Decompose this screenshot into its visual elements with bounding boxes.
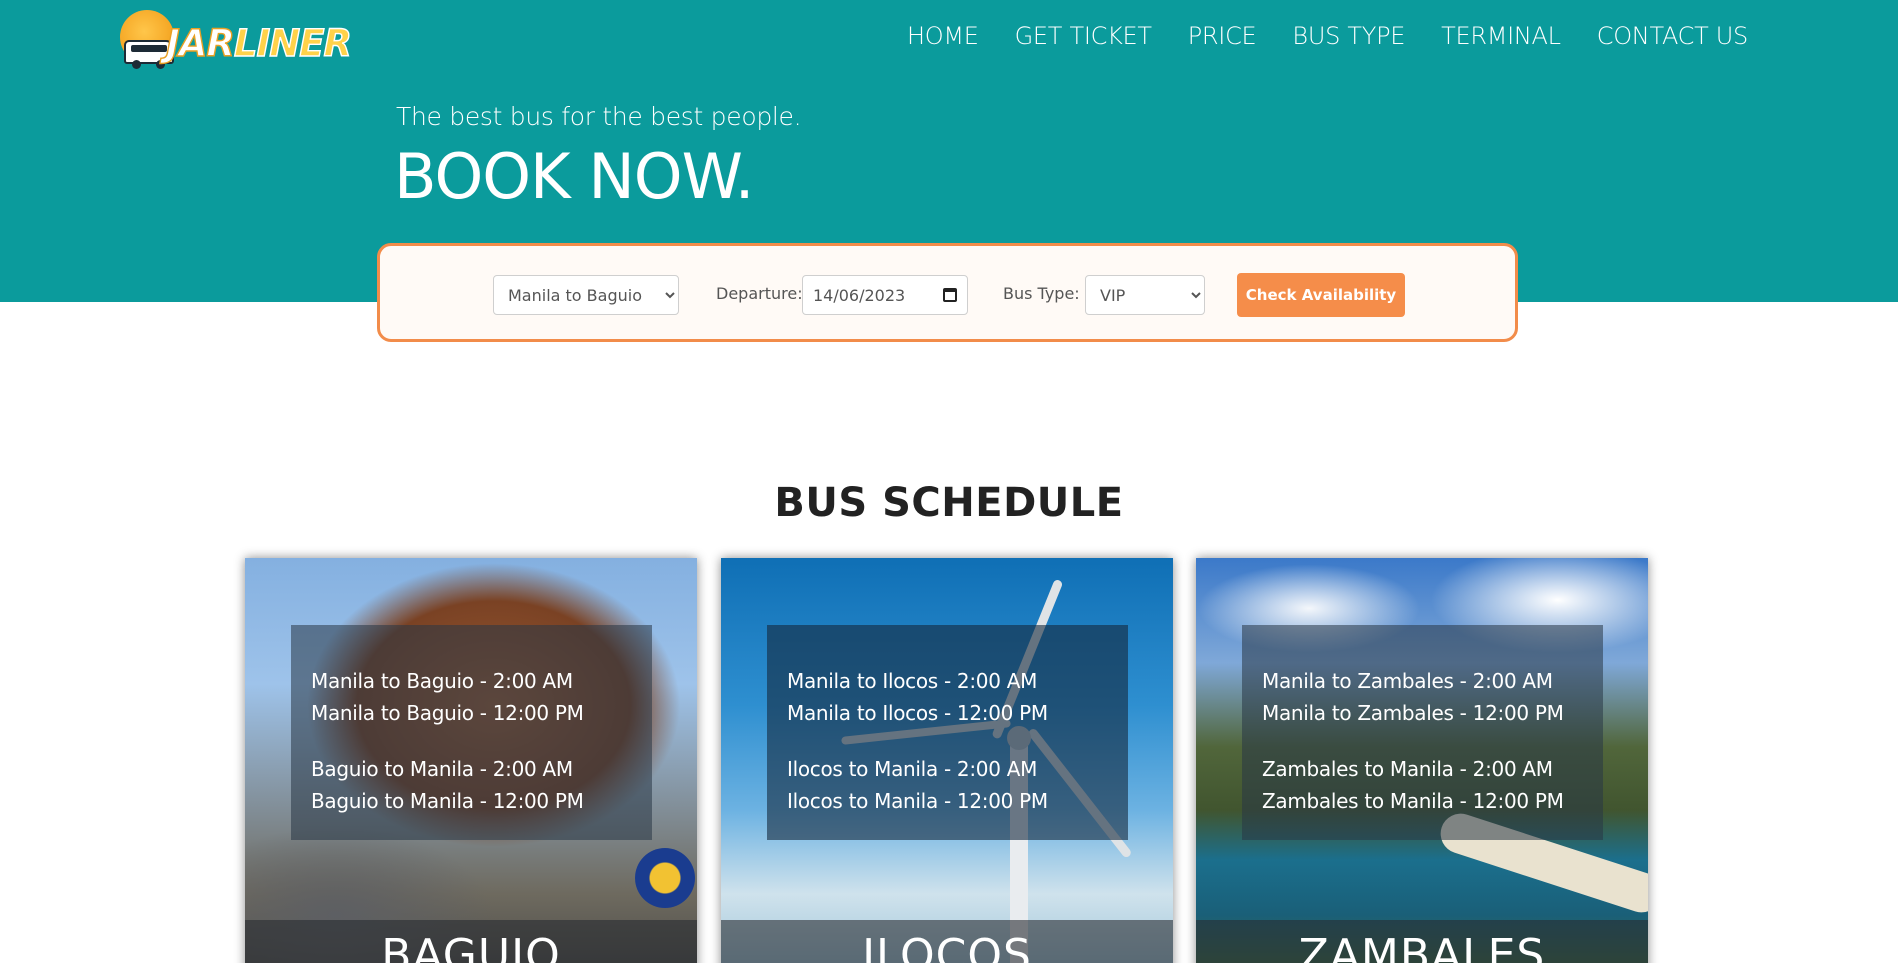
schedule-line: Baguio to Manila - 12:00 PM [311, 789, 584, 813]
schedule-line: Manila to Baguio - 12:00 PM [311, 701, 584, 725]
schedule-line: Manila to Ilocos - 12:00 PM [787, 701, 1048, 725]
nav-home[interactable]: HOME [907, 22, 979, 50]
outbound-times: Manila to Baguio - 2:00 AM Manila to Bag… [311, 665, 584, 729]
city-name: ZAMBALES [1298, 930, 1546, 963]
schedule-line: Manila to Zambales - 2:00 AM [1262, 669, 1553, 693]
schedule-card-zambales[interactable]: Manila to Zambales - 2:00 AM Manila to Z… [1196, 558, 1648, 963]
inbound-times: Zambales to Manila - 2:00 AM Zambales to… [1262, 753, 1564, 817]
schedule-line: Ilocos to Manila - 12:00 PM [787, 789, 1048, 813]
city-name: ILOCOS [862, 930, 1032, 963]
departure-label: Departure: [716, 284, 803, 303]
departure-date-value: 14/06/2023 [813, 285, 906, 305]
schedule-card-ilocos[interactable]: Manila to Ilocos - 2:00 AM Manila to Ilo… [721, 558, 1173, 963]
check-availability-button[interactable]: Check Availability [1237, 273, 1405, 317]
outbound-times: Manila to Ilocos - 2:00 AM Manila to Ilo… [787, 665, 1048, 729]
departure-date-input[interactable]: 14/06/2023 [802, 275, 968, 315]
lions-emblem-icon [635, 848, 695, 908]
logo-text-jar: JAR [165, 21, 235, 65]
outbound-times: Manila to Zambales - 2:00 AM Manila to Z… [1262, 665, 1564, 729]
hero-headline: BOOK NOW. [394, 140, 754, 213]
schedule-line: Ilocos to Manila - 2:00 AM [787, 757, 1038, 781]
schedule-line: Manila to Ilocos - 2:00 AM [787, 669, 1038, 693]
nav-get-ticket[interactable]: GET TICKET [1015, 22, 1152, 50]
bus-schedule-title: BUS SCHEDULE [774, 480, 1124, 526]
schedule-overlay: Manila to Zambales - 2:00 AM Manila to Z… [1242, 625, 1603, 840]
schedule-overlay: Manila to Ilocos - 2:00 AM Manila to Ilo… [767, 625, 1128, 840]
route-select[interactable]: Manila to Baguio [493, 275, 679, 315]
jarliner-logo[interactable]: JARLINER [118, 8, 368, 70]
inbound-times: Ilocos to Manila - 2:00 AM Ilocos to Man… [787, 753, 1048, 817]
main-nav: HOME GET TICKET PRICE BUS TYPE TERMINAL … [907, 22, 1748, 50]
schedule-line: Manila to Baguio - 2:00 AM [311, 669, 573, 693]
nav-bus-type[interactable]: BUS TYPE [1292, 22, 1405, 50]
calendar-icon[interactable] [943, 288, 957, 302]
schedule-overlay: Manila to Baguio - 2:00 AM Manila to Bag… [291, 625, 652, 840]
nav-contact-us[interactable]: CONTACT US [1597, 22, 1749, 50]
schedule-line: Manila to Zambales - 12:00 PM [1262, 701, 1564, 725]
schedule-card-baguio[interactable]: Manila to Baguio - 2:00 AM Manila to Bag… [245, 558, 697, 963]
city-name: BAGUIO [381, 930, 561, 963]
schedule-line: Baguio to Manila - 2:00 AM [311, 757, 573, 781]
nav-terminal[interactable]: TERMINAL [1441, 22, 1561, 50]
nav-price[interactable]: PRICE [1188, 22, 1257, 50]
booking-form: Manila to Baguio Departure: 14/06/2023 B… [377, 243, 1518, 342]
logo-text-liner: LINER [233, 21, 352, 65]
inbound-times: Baguio to Manila - 2:00 AM Baguio to Man… [311, 753, 584, 817]
schedule-line: Zambales to Manila - 12:00 PM [1262, 789, 1564, 813]
bus-type-select[interactable]: VIP [1085, 275, 1205, 315]
logo-wordmark: JARLINER [165, 21, 352, 65]
hero-tagline: The best bus for the best people. [396, 102, 802, 131]
bus-type-label: Bus Type: [1003, 284, 1080, 303]
schedule-line: Zambales to Manila - 2:00 AM [1262, 757, 1553, 781]
